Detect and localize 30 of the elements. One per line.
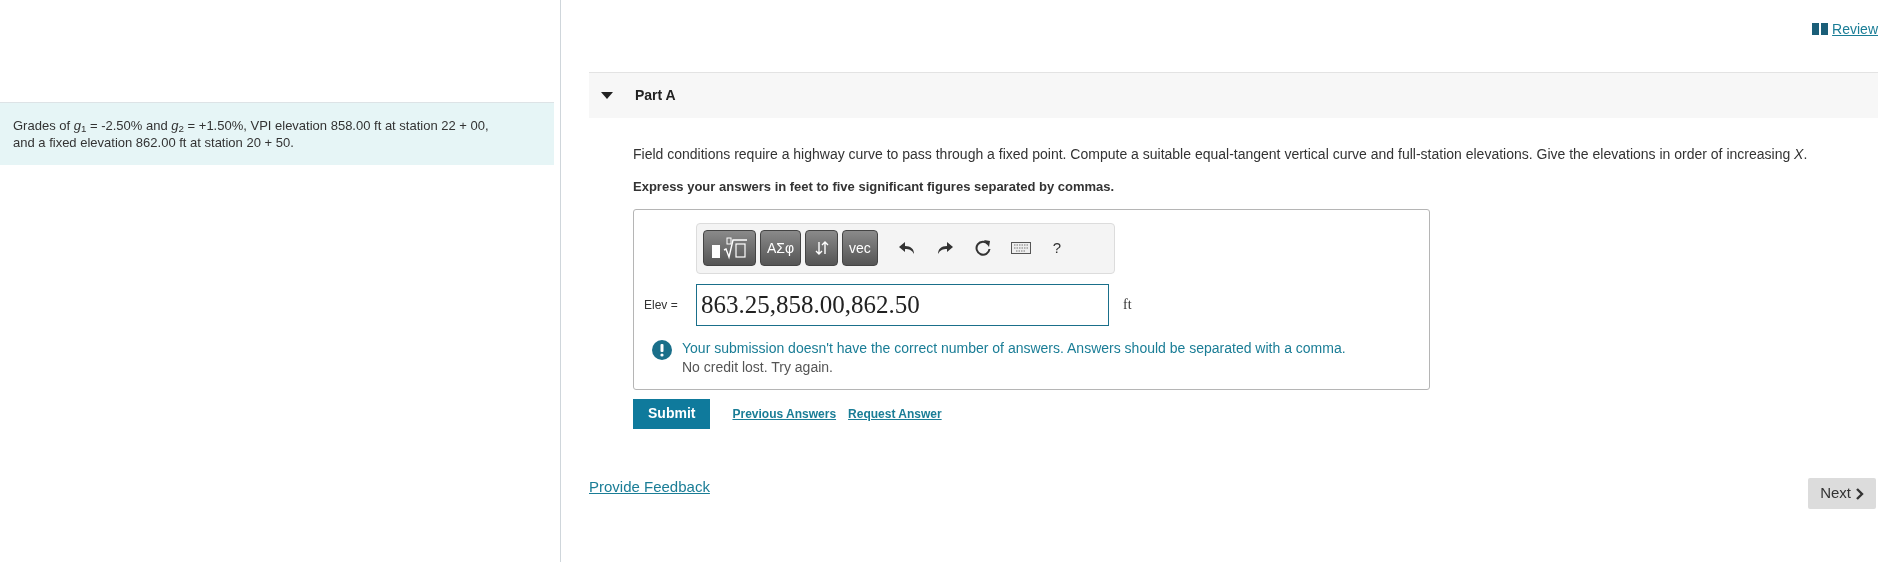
unit-label: ft: [1123, 296, 1132, 314]
review-link[interactable]: Review: [1812, 19, 1878, 39]
symbol-button[interactable]: vec: [842, 230, 878, 266]
book-icon: [1812, 23, 1829, 35]
feedback-message: Your submission doesn't have the correct number of answers. Answers should be separated with a comma.: [682, 338, 1346, 358]
templates-button[interactable]: [703, 230, 756, 266]
answer-link[interactable]: Request Answer: [848, 404, 942, 423]
symbol-button[interactable]: ΑΣφ: [760, 230, 802, 266]
radical-template-icon: [709, 236, 750, 260]
undo-icon: [898, 241, 915, 255]
requirement-text: Express your answers in feet to five significant figures separated by commas.: [633, 178, 1116, 196]
reset-icon: [973, 239, 992, 257]
feedback-note: No credit lost. Try again.: [682, 357, 834, 377]
next-button[interactable]: Next: [1808, 478, 1876, 509]
arrows-button[interactable]: [805, 230, 839, 266]
chevron-right-icon: [1855, 487, 1864, 500]
help-button[interactable]: ?: [1041, 230, 1072, 266]
keyboard-icon: [1010, 242, 1031, 254]
exclamation-icon: [652, 339, 672, 360]
answer-field[interactable]: 863.25,858.00,862.50: [696, 283, 1109, 326]
problem-statement: Grades of g$_{1}$ = -2.50% and g$_{2}$ = +1.50%, VPI elevation 858.00 ft at station 22 + 00, and a fixed elevation 862.00 ft at station 20 + 50.: [13, 117, 490, 151]
part-title: Part A: [635, 86, 676, 105]
answer-label: Elev =: [644, 296, 679, 314]
part-header[interactable]: Part A: [589, 72, 1878, 118]
submit-button[interactable]: Submit: [633, 398, 711, 429]
instruction-text: Field conditions require a highway curve to pass through a fixed point. Compute a suitable equal-tangent vertical curve and full-station elevations. Give the elevations in order of increasing X.: [633, 145, 1809, 163]
up-down-arrows-icon: [814, 240, 829, 256]
redo-icon: [936, 241, 953, 255]
provide-feedback-link[interactable]: Provide Feedback: [589, 476, 710, 499]
answer-link[interactable]: Previous Answers: [732, 404, 837, 423]
